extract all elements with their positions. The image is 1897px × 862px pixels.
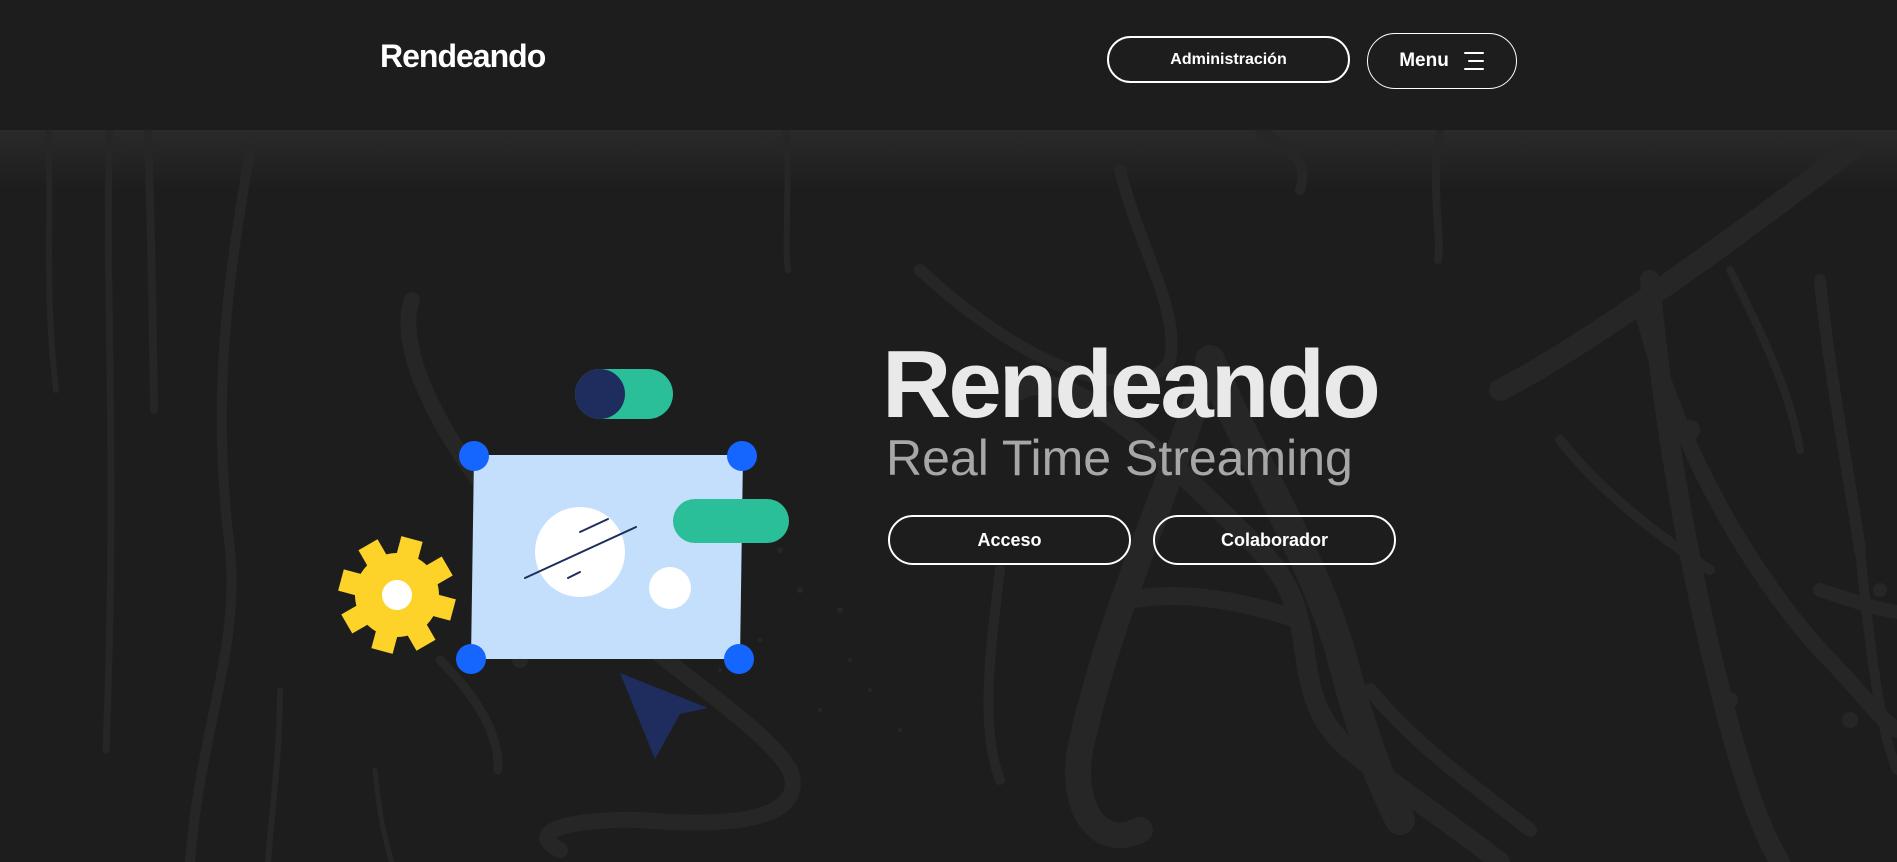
administracion-button[interactable]: Administración bbox=[1107, 36, 1350, 83]
site-header: Rendeando Administración Menu bbox=[0, 0, 1897, 130]
acceso-button-label: Acceso bbox=[977, 529, 1042, 550]
colaborador-button-label: Colaborador bbox=[1220, 529, 1328, 550]
teal-pill bbox=[673, 499, 789, 543]
hero-subtitle: Real Time Streaming bbox=[886, 430, 1353, 486]
handle-top-left bbox=[459, 441, 489, 471]
toggle-icon bbox=[575, 369, 673, 419]
graffiti-background bbox=[45, 130, 1897, 862]
hamburger-icon bbox=[1463, 52, 1484, 70]
hero-title: Rendeando bbox=[882, 331, 1381, 438]
handle-top-right bbox=[727, 441, 757, 471]
page: Rendeando Administración Menu Rendeando … bbox=[0, 0, 1897, 862]
handle-bottom-left bbox=[456, 644, 486, 674]
editor-canvas-illustration bbox=[338, 369, 789, 759]
handle-bottom-right bbox=[724, 644, 754, 674]
canvas-circle-small bbox=[649, 567, 691, 609]
cursor-arrow-icon bbox=[620, 673, 708, 759]
menu-button-label: Menu bbox=[1399, 50, 1449, 71]
colaborador-button[interactable]: Colaborador bbox=[1153, 515, 1396, 565]
site-logo[interactable]: Rendeando bbox=[380, 38, 546, 75]
administracion-button-label: Administración bbox=[1170, 50, 1287, 68]
menu-button[interactable]: Menu bbox=[1367, 33, 1517, 89]
hero-section: Rendeando Real Time Streaming Acceso Col… bbox=[0, 130, 1897, 862]
acceso-button[interactable]: Acceso bbox=[888, 515, 1131, 565]
gear-icon bbox=[338, 536, 456, 654]
